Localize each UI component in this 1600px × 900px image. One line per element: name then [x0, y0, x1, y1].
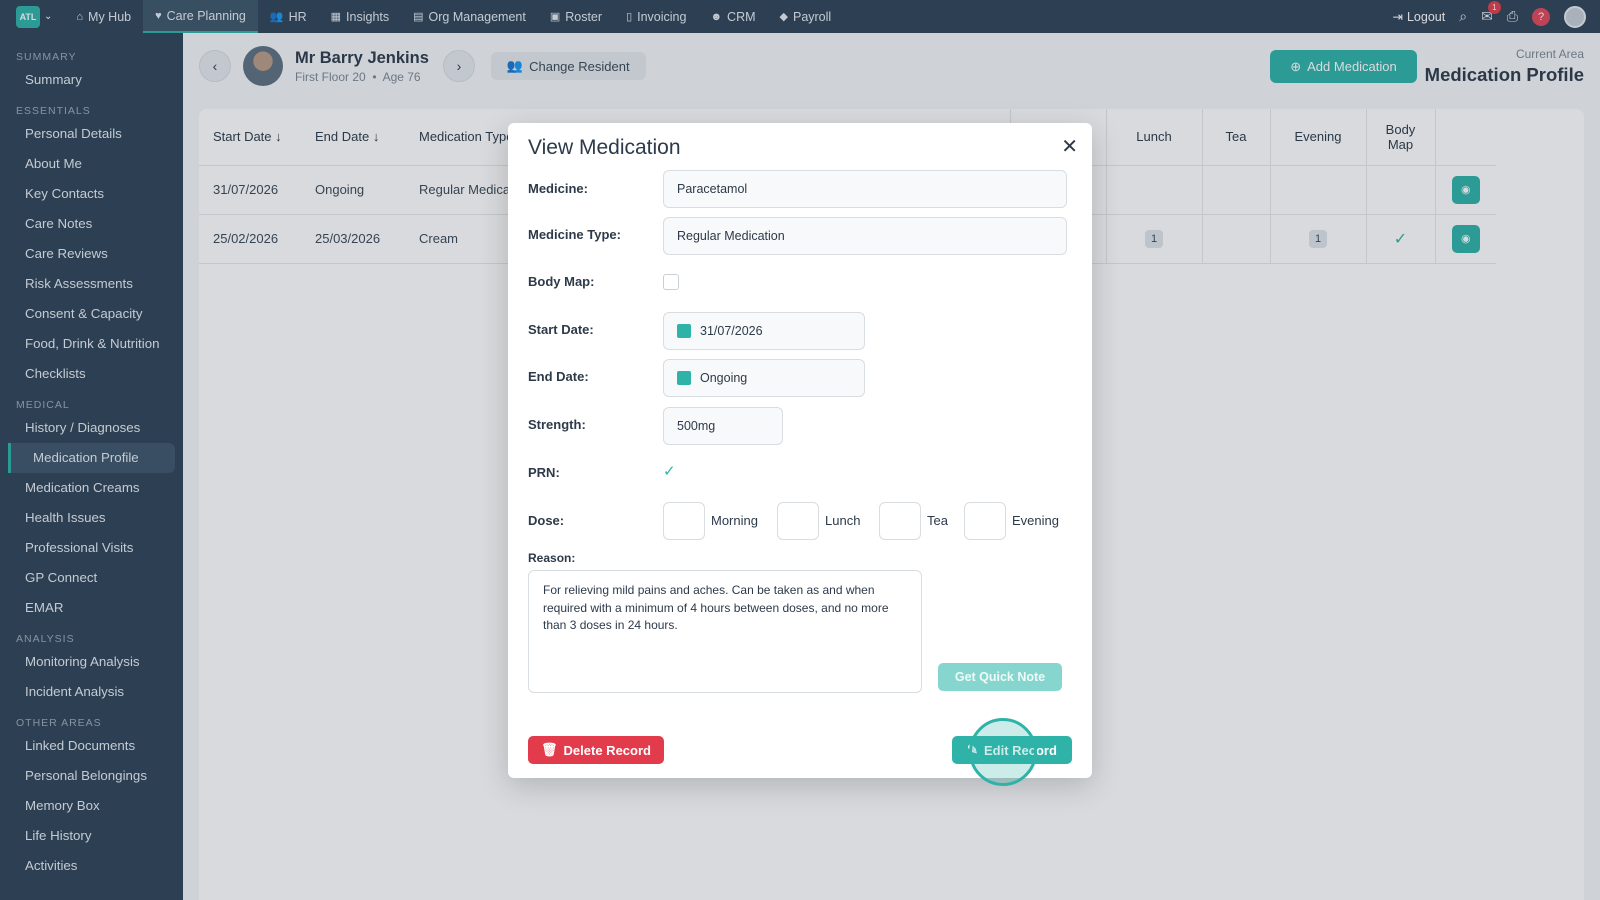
end-date-field[interactable]: Ongoing	[663, 359, 865, 397]
dose-lunch-input[interactable]	[777, 502, 819, 540]
strength-field[interactable]: 500mg	[663, 407, 783, 445]
dose-tea-input[interactable]	[879, 502, 921, 540]
dose-label: Dose:	[528, 513, 565, 528]
body-map-label: Body Map:	[528, 274, 595, 289]
medicine-field[interactable]: Paracetamol	[663, 170, 1067, 208]
body-map-checkbox[interactable]	[663, 274, 679, 290]
dose-evening-input[interactable]	[964, 502, 1006, 540]
get-quick-note-button[interactable]: Get Quick Note	[938, 663, 1062, 691]
edit-record-button[interactable]: ✎ Edit Record	[952, 736, 1072, 764]
reason-textarea[interactable]: For relieving mild pains and aches. Can …	[528, 570, 922, 693]
calendar-icon	[677, 324, 691, 338]
start-date-label: Start Date:	[528, 322, 594, 337]
edit-record-label: Edit Record	[983, 742, 1057, 758]
pencil-icon: ✎	[967, 742, 978, 757]
close-icon[interactable]: ✕	[1061, 134, 1078, 159]
dose-morning-input[interactable]	[663, 502, 705, 540]
delete-record-label: Delete Record	[563, 742, 651, 758]
view-medication-modal: View Medication ✕ Medicine: Paracetamol …	[508, 123, 1092, 786]
dose-lunch-label: Lunch	[825, 513, 861, 528]
medicine-type-label: Medicine Type:	[528, 227, 621, 242]
start-date-value: 31/07/2026	[700, 324, 763, 338]
delete-record-button[interactable]: 🗑 Delete Record	[528, 736, 664, 764]
dose-morning-label: Morning	[711, 513, 758, 528]
dose-tea-label: Tea	[927, 513, 948, 528]
end-date-label: End Date:	[528, 369, 589, 384]
medicine-label: Medicine:	[528, 181, 588, 196]
start-date-field[interactable]: 31/07/2026	[663, 312, 865, 350]
modal-title: View Medication	[528, 136, 681, 159]
strength-label: Strength:	[528, 417, 586, 432]
prn-label: PRN:	[528, 465, 560, 480]
reason-label: Reason:	[528, 551, 576, 565]
medicine-type-field[interactable]: Regular Medication	[663, 217, 1067, 255]
end-date-value: Ongoing	[700, 371, 748, 385]
trash-icon: 🗑	[541, 742, 558, 757]
prn-check-icon[interactable]: ✓	[663, 462, 676, 480]
dose-evening-label: Evening	[1012, 513, 1059, 528]
calendar-icon	[677, 371, 691, 385]
